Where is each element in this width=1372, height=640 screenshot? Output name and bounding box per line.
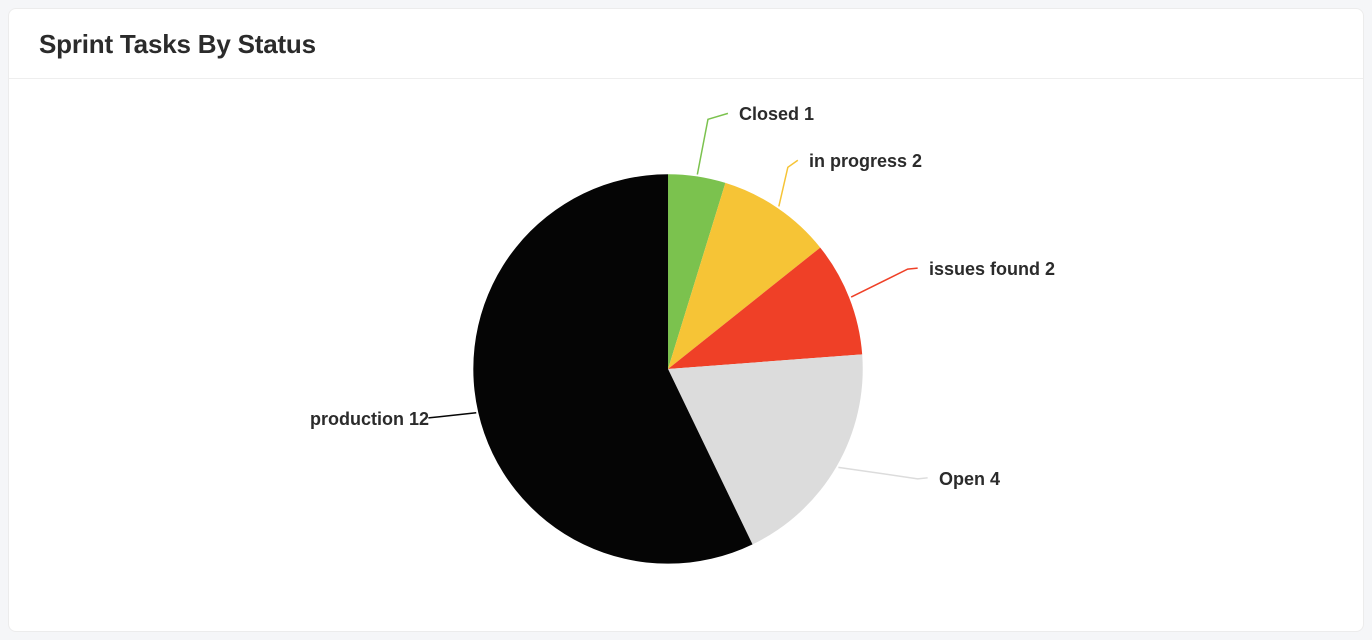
pie-leader-line	[838, 467, 927, 478]
card-header: Sprint Tasks By Status	[9, 9, 1363, 79]
pie-slice-label: in progress 2	[809, 151, 922, 172]
pie-slice-label: Open 4	[939, 469, 1000, 490]
pie-leader-line	[851, 268, 918, 297]
pie-chart-svg	[9, 79, 1363, 619]
pie-leader-line	[779, 160, 798, 206]
card-title: Sprint Tasks By Status	[39, 29, 1333, 60]
pie-chart: Closed 1 in progress 2 issues found 2 Open …	[9, 79, 1363, 619]
pie-leader-line	[428, 413, 476, 418]
pie-slice-label: production 12	[269, 409, 429, 430]
pie-leader-line	[697, 113, 728, 174]
sprint-status-card: Sprint Tasks By Status Closed 1 in progre…	[8, 8, 1364, 632]
pie-slice-label: issues found 2	[929, 259, 1055, 280]
pie-slice-label: Closed 1	[739, 104, 814, 125]
